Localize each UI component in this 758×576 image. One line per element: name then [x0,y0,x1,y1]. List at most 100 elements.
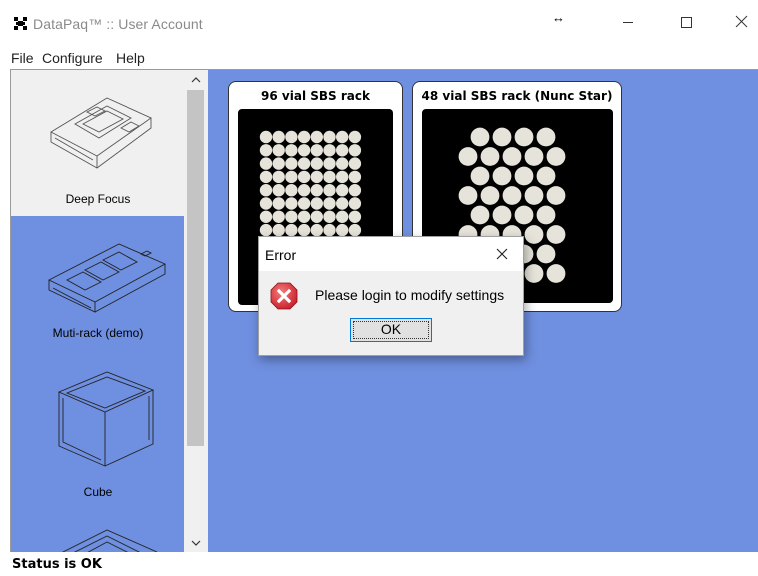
vial-position [546,147,566,166]
vial-position [310,223,323,237]
device-list: Deep Focus Muti-rack (demo) Cube [10,69,184,552]
vial-position [272,184,285,197]
vial-position [297,184,311,197]
vial-position [514,205,534,225]
menu-bar: File Configure Help [0,46,758,68]
vial-position [259,157,273,170]
vial-position [546,186,566,205]
menu-file[interactable]: File [11,50,34,66]
error-dialog: Error Please login to modify settings OK [258,236,524,356]
vial-position [297,130,311,144]
cube-device-icon [57,371,155,467]
vial-position [272,210,285,223]
vial-position [492,205,512,225]
vial-position [323,130,336,144]
vial-position [272,157,285,170]
vial-position [310,157,323,170]
vial-position [458,186,478,205]
vial-position [323,170,336,184]
vial-position [348,130,362,144]
vial-position [524,186,544,205]
deep-focus-device-icon [50,97,152,169]
dialog-titlebar: Error [259,237,523,271]
vial-position [492,166,512,186]
vial-position [323,210,336,223]
scroll-thumb[interactable] [187,90,204,446]
vial-position [524,147,544,166]
vial-position [310,170,323,184]
vial-position [272,144,285,157]
vial-position [336,197,349,210]
datapaq-logo-icon [14,17,27,30]
vial-position [348,223,362,237]
vial-position [348,144,362,157]
vial-position [285,223,298,237]
resize-arrows-icon: ↔ [552,10,565,25]
vial-position [514,127,534,147]
vial-position [524,225,544,244]
vial-position [502,147,522,166]
error-icon [270,282,298,310]
dialog-message: Please login to modify settings [315,287,505,303]
vial-position [336,210,349,223]
vial-position [285,157,298,170]
vial-position [259,184,273,197]
vial-position [285,130,298,144]
vial-position [348,170,362,184]
vial-position [336,157,349,170]
vial-position [470,205,490,225]
vial-position [272,170,285,184]
vial-position [336,223,349,237]
vial-position [297,170,311,184]
scroll-up-icon[interactable] [184,70,208,90]
vial-position [536,205,556,225]
scroll-down-icon[interactable] [184,533,208,553]
status-bar: Status is OK [0,552,758,576]
vial-position [285,170,298,184]
ok-button[interactable]: OK [350,318,432,342]
vial-position [348,197,362,210]
maximize-icon[interactable] [674,10,698,34]
vial-position [348,210,362,223]
device-item-deep-focus[interactable]: Deep Focus [11,70,184,216]
minimize-icon[interactable] [616,10,640,34]
vial-position [536,127,556,147]
vial-position [323,144,336,157]
vial-position [259,210,273,223]
vial-position [323,223,336,237]
vial-position [285,210,298,223]
rack-title: 48 vial SBS rack (Nunc Star) [421,89,613,103]
vial-position [259,144,273,157]
vial-position [310,144,323,157]
vial-position [297,144,311,157]
vial-position [310,130,323,144]
vial-position [310,210,323,223]
menu-help[interactable]: Help [116,50,145,66]
device-label: Cube [83,485,113,499]
vial-position [348,157,362,170]
vial-position [310,197,323,210]
vial-position [272,130,285,144]
vial-position [480,186,500,205]
vial-position [336,184,349,197]
device-list-scrollbar[interactable] [184,69,208,552]
vial-position [470,166,490,186]
window-titlebar: DataPaq™ :: User Account ↔ [0,0,758,46]
vial-position [297,157,311,170]
dialog-close-icon[interactable] [491,243,513,265]
vial-position [480,147,500,166]
close-icon[interactable] [730,10,754,34]
vial-position [285,184,298,197]
vial-position [259,130,273,144]
vial-position [536,166,556,186]
vial-position [458,147,478,166]
vial-position [297,210,311,223]
dialog-title: Error [265,247,297,263]
partial-device-icon [61,529,158,552]
device-item-cube[interactable]: Cube [11,362,184,508]
vial-position [348,184,362,197]
device-label: Muti-rack (demo) [52,326,144,340]
device-item-muti-rack[interactable]: Muti-rack (demo) [11,216,184,362]
ok-button-label: OK [380,321,402,337]
menu-configure[interactable]: Configure [42,50,103,66]
